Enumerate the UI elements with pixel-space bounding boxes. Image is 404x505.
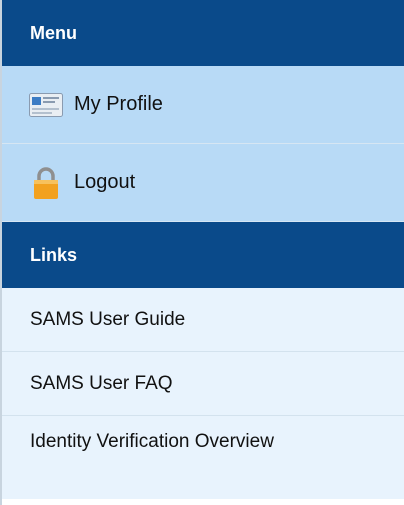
link-sams-user-guide[interactable]: SAMS User Guide bbox=[2, 288, 404, 352]
profile-card-icon bbox=[28, 87, 64, 123]
link-sams-user-faq[interactable]: SAMS User FAQ bbox=[2, 352, 404, 416]
side-navigation-panel: Menu My Profile Logout Links SAMS User G… bbox=[0, 0, 404, 505]
link-identity-verification-overview[interactable]: Identity Verification Overview bbox=[2, 416, 404, 499]
menu-header-label: Menu bbox=[30, 22, 77, 43]
link-label: SAMS User Guide bbox=[30, 308, 186, 330]
link-label: SAMS User FAQ bbox=[30, 372, 173, 394]
links-section-header: Links bbox=[2, 222, 404, 288]
menu-item-label: My Profile bbox=[74, 93, 163, 115]
padlock-icon bbox=[28, 165, 64, 201]
menu-item-label: Logout bbox=[74, 171, 136, 193]
menu-section-header: Menu bbox=[2, 0, 404, 66]
menu-item-my-profile[interactable]: My Profile bbox=[2, 66, 404, 144]
links-header-label: Links bbox=[30, 244, 78, 265]
menu-item-logout[interactable]: Logout bbox=[2, 144, 404, 222]
link-label: Identity Verification Overview bbox=[30, 431, 274, 452]
